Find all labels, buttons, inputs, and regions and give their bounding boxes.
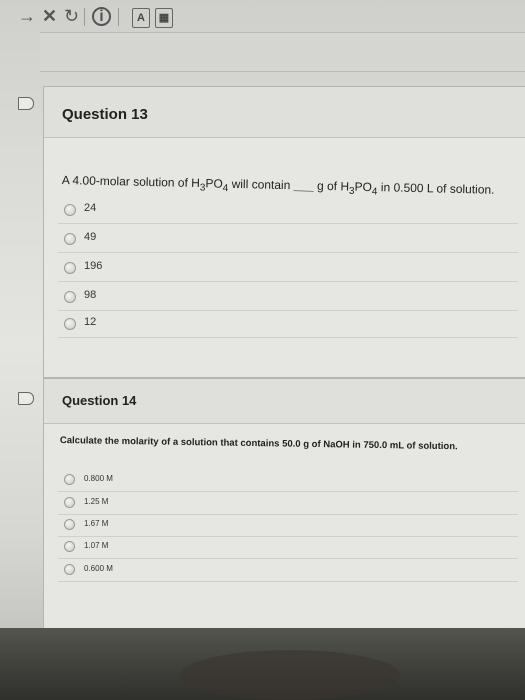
question-14-header: Question 14	[44, 379, 525, 424]
radio-button[interactable]	[64, 262, 76, 274]
option-label: 0.800 M	[84, 474, 113, 483]
answer-blank: ____	[293, 181, 314, 192]
question-13-text-part: in 0.500 L of solution.	[377, 180, 495, 197]
flag-icon[interactable]	[18, 392, 34, 405]
question-13-title: Question 13	[62, 106, 148, 123]
question-13-header: Question 13	[44, 87, 525, 138]
option-label: 12	[84, 316, 97, 328]
option-row[interactable]: 24	[58, 199, 518, 224]
browser-screen: → ✕ ↻ i A ▦ Question 13 A 4.00-molar sol…	[0, 0, 525, 628]
question-13-text-part: PO	[205, 176, 223, 191]
radio-button[interactable]	[64, 497, 75, 508]
radio-button[interactable]	[64, 474, 75, 485]
option-row[interactable]: 0.800 M	[58, 471, 518, 492]
option-label: 1.07 M	[84, 541, 109, 550]
toolbar-divider	[118, 8, 119, 26]
option-row[interactable]: 98	[58, 286, 518, 311]
question-13-text-part: will contain	[228, 176, 294, 193]
question-13-text-part: PO	[354, 179, 373, 195]
radio-button[interactable]	[64, 204, 76, 216]
arrow-right-icon[interactable]: →	[18, 6, 36, 26]
option-label: 49	[84, 231, 97, 243]
option-label: 98	[84, 289, 97, 301]
radio-button[interactable]	[64, 541, 75, 552]
flag-icon[interactable]	[18, 97, 34, 110]
option-row[interactable]: 12	[58, 313, 518, 338]
question-14-panel: Question 14 Calculate the molarity of a …	[43, 378, 525, 628]
browser-toolbar: → ✕ ↻ i A ▦	[0, 0, 525, 34]
option-label: 1.67 M	[84, 519, 109, 528]
option-label: 1.25 M	[84, 497, 109, 506]
info-icon[interactable]: i	[92, 7, 111, 26]
radio-button[interactable]	[64, 318, 76, 330]
radio-button[interactable]	[64, 519, 75, 530]
desk-object	[180, 650, 400, 700]
radio-button[interactable]	[64, 233, 76, 245]
option-row[interactable]: 196	[58, 257, 518, 282]
option-label: 24	[84, 202, 97, 214]
question-13-panel: Question 13 A 4.00-molar solution of H3P…	[43, 86, 525, 378]
address-bar-area	[40, 32, 525, 72]
radio-button[interactable]	[64, 291, 76, 303]
option-label: 196	[84, 260, 103, 272]
question-14-title: Question 14	[62, 393, 137, 408]
reader-icon[interactable]: A	[132, 8, 150, 28]
question-14-text: Calculate the molarity of a solution tha…	[59, 435, 458, 453]
refresh-icon[interactable]: ↻	[64, 6, 79, 26]
calendar-icon[interactable]: ▦	[155, 8, 173, 28]
radio-button[interactable]	[64, 564, 75, 575]
question-13-text-part: A 4.00-molar solution of H	[61, 173, 201, 191]
toolbar-divider	[84, 8, 85, 26]
option-row[interactable]: 1.67 M	[58, 516, 518, 537]
option-row[interactable]: 0.600 M	[58, 561, 518, 582]
question-13-text-part: g of H	[313, 178, 350, 194]
close-icon[interactable]: ✕	[42, 6, 57, 26]
option-row[interactable]: 1.07 M	[58, 538, 518, 559]
option-row[interactable]: 1.25 M	[58, 494, 518, 515]
option-label: 0.600 M	[84, 564, 113, 573]
question-13-text: A 4.00-molar solution of H3PO4 will cont…	[62, 173, 495, 200]
option-row[interactable]: 49	[58, 228, 518, 253]
